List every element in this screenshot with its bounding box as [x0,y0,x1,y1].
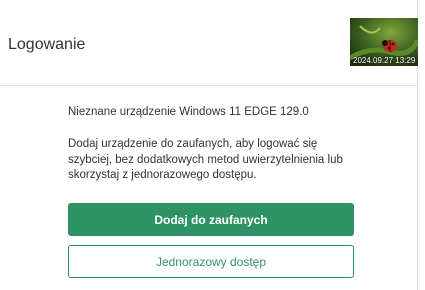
thumbnail-timestamp: 2024.09.27 13:29 [353,56,416,65]
security-image-thumbnail: 2024.09.27 13:29 [350,18,418,66]
page-title: Logowanie [8,36,86,53]
trusted-device-description: Dodaj urządzenie do zaufanych, aby logow… [68,138,343,181]
one-time-access-button[interactable]: Jednorazowy dostęp [68,245,354,278]
add-to-trusted-button[interactable]: Dodaj do zaufanych [68,203,354,236]
unknown-device-text: Nieznane urządzenie Windows 11 EDGE 129.… [68,106,309,118]
login-card: Logowanie 2024.09.27 13:29 Nieznane urzą… [0,0,418,290]
card-header: Logowanie 2024.09.27 13:29 [0,0,418,86]
